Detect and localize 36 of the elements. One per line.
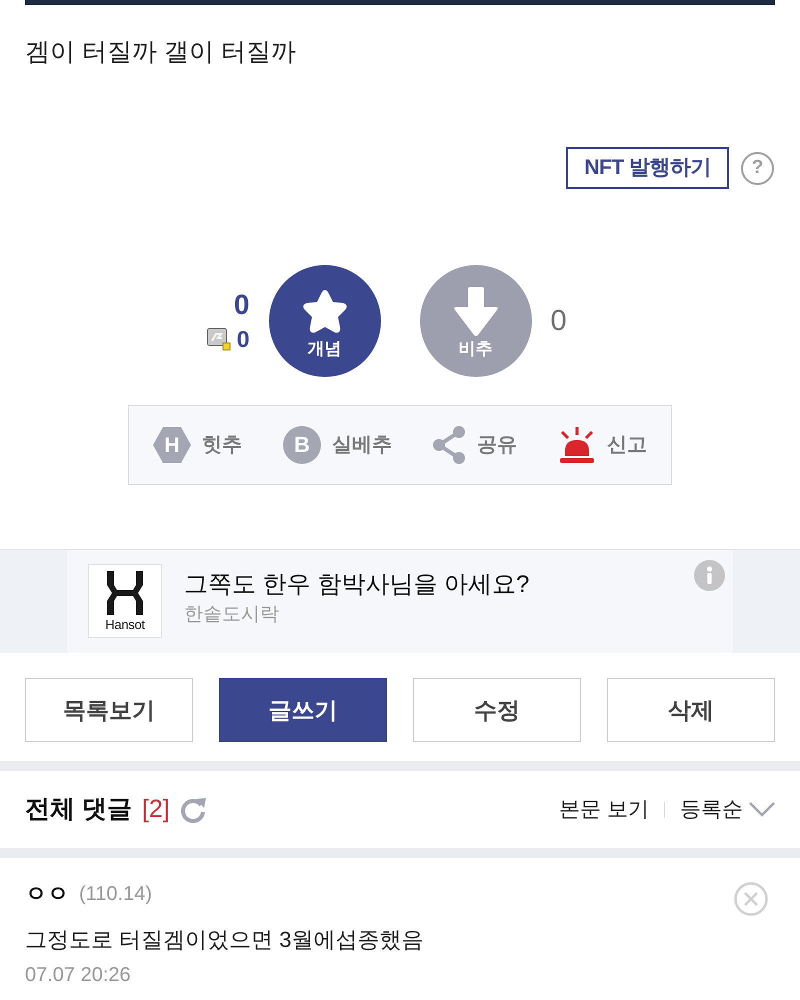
upvote-count: 0 [234, 289, 250, 321]
board-button[interactable]: 목록보기 [25, 678, 193, 742]
circle-letter-icon: B [283, 426, 321, 464]
action-button[interactable]: 실베추 [332, 430, 392, 460]
view-body-link[interactable]: 본문 보기 [559, 794, 649, 826]
fixed-user-icon [206, 328, 231, 350]
comment-author[interactable]: ㅇㅇ [25, 879, 69, 909]
siren-icon [558, 427, 596, 463]
board-button[interactable]: 삭제 [607, 678, 775, 742]
sort-dropdown[interactable]: 등록순 [680, 794, 775, 826]
ad-card[interactable]: Hansot 그쪽도 한우 함박사님을 아세요? 한솥도시락 [67, 550, 733, 653]
action-button[interactable]: 공유 [477, 430, 517, 460]
comment-ip: (110.14) [79, 882, 152, 907]
action-button[interactable]: 힛추 [202, 430, 242, 460]
comment-time: 07.07 20:26 [25, 963, 131, 988]
comments-title: 전체 댓글 [25, 794, 132, 825]
board-button[interactable]: 글쓰기 [219, 678, 387, 742]
advertiser-logo: Hansot [88, 564, 162, 638]
delete-icon[interactable] [734, 882, 768, 916]
info-icon[interactable] [694, 560, 725, 591]
board-button[interactable]: 수정 [413, 678, 581, 742]
nft-issue-button[interactable]: NFT 발행하기 [566, 147, 729, 189]
ad-title[interactable]: 그쪽도 한우 함박사님을 아세요? [184, 570, 530, 600]
chevron-down-icon [749, 802, 775, 817]
upvote-button[interactable]: 개념 [268, 265, 380, 377]
hexagon-letter-icon: H [153, 427, 191, 463]
comment-text: 그정도로 터질겜이었으면 3월에섭종했음 [25, 926, 424, 954]
downvote-count: 0 [550, 305, 567, 337]
refresh-icon[interactable] [178, 796, 207, 824]
advertiser-name: 한솥도시락 [184, 603, 279, 627]
post-title: 겜이 터질까 갤이 터질까 [25, 37, 296, 68]
comment-count: [2] [142, 794, 170, 825]
action-button[interactable]: 신고 [607, 430, 647, 460]
share-icon [433, 426, 466, 464]
down-arrow-icon [452, 287, 498, 337]
fixed-upvote-count: 0 [236, 325, 250, 353]
